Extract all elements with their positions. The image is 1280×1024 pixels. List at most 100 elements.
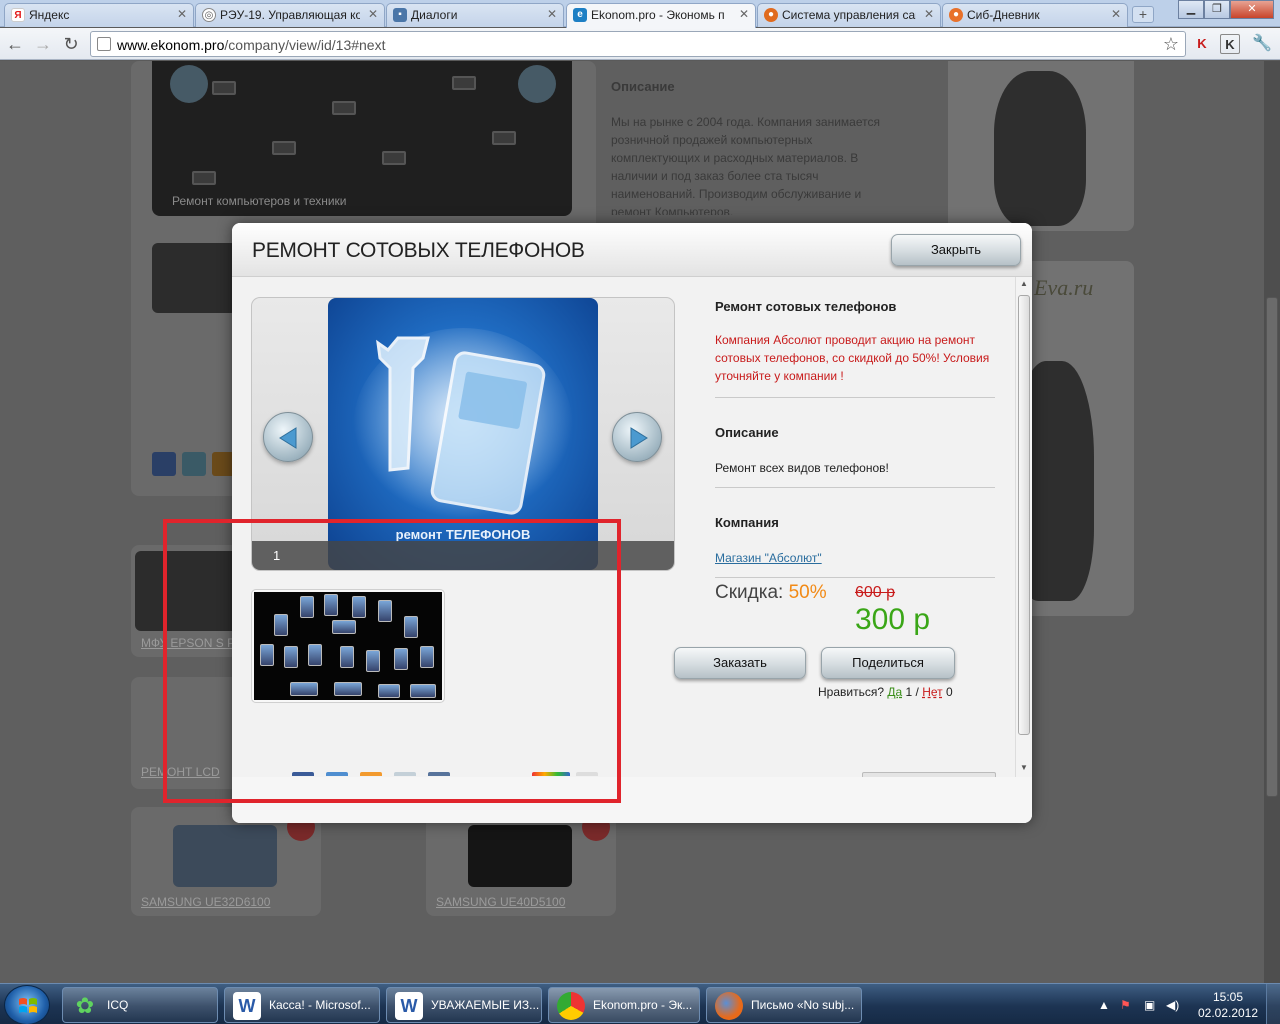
description-text: Ремонт всех видов телефонов!	[715, 461, 889, 475]
address-bar[interactable]: www.ekonom.pro/company/view/id/13#next ☆	[90, 31, 1186, 57]
tab-ekonom[interactable]: e Ekonom.pro - Экономь п ✕	[566, 3, 756, 28]
bg-description-title: Описание	[611, 79, 675, 94]
share-more-icon[interactable]	[576, 772, 598, 776]
new-tab-button[interactable]: +	[1132, 6, 1154, 23]
close-tab-icon[interactable]: ✕	[1111, 7, 1121, 21]
ekonom-icon: e	[573, 8, 587, 22]
share-mail-icon[interactable]	[394, 772, 416, 776]
discount-value: 50%	[788, 582, 827, 603]
reload-icon[interactable]: ↻	[60, 33, 82, 55]
prev-slide-button[interactable]	[263, 412, 313, 462]
company-title: Компания	[715, 515, 779, 530]
tab-dialogs[interactable]: ▪ Диалоги ✕	[386, 3, 564, 27]
network-icon[interactable]: ▣	[1144, 998, 1155, 1012]
likes-counter: Нравиться? Да 1 / Нет 0	[818, 685, 953, 699]
tab-cms[interactable]: ● Система управления сай ✕	[757, 3, 941, 27]
slide-image: ремонт ТЕЛЕФОНОВ	[328, 298, 598, 570]
share-button[interactable]: Поделиться	[821, 647, 955, 679]
share-facebook-icon[interactable]	[292, 772, 314, 776]
action-center-icon[interactable]: ⚑	[1120, 998, 1131, 1012]
divider	[715, 577, 995, 578]
bg-pcb-image: Ремонт компьютеров и техники	[152, 61, 572, 216]
scroll-down-icon[interactable]: ▼	[1016, 763, 1032, 777]
image-gallery: ремонт ТЕЛЕФОНОВ 1	[251, 297, 675, 571]
windows-taskbar: ✿ ICQ W Касса! - Microsof... W УВАЖАЕМЫЕ…	[0, 983, 1280, 1024]
taskbar-word-doc[interactable]: W УВАЖАЕМЫЕ ИЗ...	[386, 987, 542, 1023]
browser-toolbar: ← → ↻ www.ekonom.pro/company/view/id/13#…	[0, 28, 1280, 60]
task-label: Письмо «No subj...	[751, 998, 855, 1012]
page-icon	[97, 37, 111, 51]
show-desktop-button[interactable]	[1266, 984, 1280, 1024]
taskbar-chrome[interactable]: Ekonom.pro - Эк...	[548, 987, 700, 1023]
slide-caption: ремонт ТЕЛЕФОНОВ	[395, 527, 531, 542]
phones-collage-image	[254, 592, 442, 700]
kaspersky-icon[interactable]: K	[1192, 34, 1212, 54]
minimize-icon[interactable]: ▁	[1178, 0, 1204, 19]
bg-card-label: РЕМОНТ LCD	[141, 765, 220, 779]
clock[interactable]: 15:05 02.02.2012	[1196, 989, 1260, 1021]
modal-header: РЕМОНТ СОТОВЫХ ТЕЛЕФОНОВ Закрыть	[232, 223, 1032, 277]
chat-icon: ▪	[393, 8, 407, 22]
order-button[interactable]: Заказать	[674, 647, 806, 679]
next-slide-button[interactable]	[612, 412, 662, 462]
discount-line: Скидка: 50%	[715, 582, 827, 604]
share-twitter-icon[interactable]	[326, 772, 348, 776]
likes-question: Нравиться?	[818, 685, 885, 699]
slide-number: 1	[273, 548, 281, 563]
close-tab-icon[interactable]: ✕	[924, 7, 934, 21]
show-hidden-icons-icon[interactable]: ▲	[1098, 998, 1110, 1012]
wrench-icon[interactable]: 🔧	[1252, 34, 1272, 54]
new-price: 300 р	[855, 603, 931, 636]
volume-icon[interactable]: ◀)	[1166, 998, 1179, 1012]
close-tab-icon[interactable]: ✕	[739, 7, 749, 21]
bg-product-card: SAMSUNG UE32D6100	[131, 807, 321, 916]
task-label: Ekonom.pro - Эк...	[593, 998, 693, 1012]
modal-title: РЕМОНТ СОТОВЫХ ТЕЛЕФОНОВ	[252, 239, 585, 262]
taskbar-firefox[interactable]: Письмо «No subj...	[706, 987, 862, 1023]
task-label: Касса! - Microsof...	[269, 998, 371, 1012]
like-yes-link[interactable]: Да	[887, 685, 902, 699]
firefox-icon	[715, 992, 743, 1020]
close-tab-icon[interactable]: ✕	[547, 7, 557, 21]
tab-reu19[interactable]: ◎ РЭУ-19. Управляющая ко ✕	[195, 3, 385, 27]
close-button[interactable]: Закрыть	[891, 234, 1021, 266]
like-no-link[interactable]: Нет	[922, 685, 942, 699]
close-tab-icon[interactable]: ✕	[177, 7, 187, 21]
back-icon[interactable]: ←	[4, 33, 26, 55]
offer-title: Ремонт сотовых телефонов	[715, 299, 897, 314]
start-button[interactable]	[4, 985, 50, 1024]
bookmark-star-icon[interactable]: ☆	[1163, 34, 1179, 55]
taskbar-word-kassa[interactable]: W Касса! - Microsof...	[224, 987, 380, 1023]
tab-sib-diary[interactable]: ● Сиб-Дневник ✕	[942, 3, 1128, 27]
bg-printer-image	[135, 551, 245, 631]
clock-date: 02.02.2012	[1197, 1006, 1259, 1020]
divider	[715, 487, 995, 488]
scroll-up-icon[interactable]: ▲	[1016, 279, 1032, 293]
modal-scrollbar[interactable]: ▲ ▼	[1015, 277, 1032, 777]
tab-label: Ekonom.pro - Экономь п	[591, 8, 725, 22]
task-label: УВАЖАЕМЫЕ ИЗ...	[431, 998, 540, 1012]
company-link[interactable]: Магазин "Абсолют"	[715, 551, 822, 565]
offer-modal: РЕМОНТ СОТОВЫХ ТЕЛЕФОНОВ Закрыть ремонт …	[232, 223, 1032, 823]
cms-icon: ●	[764, 8, 778, 22]
tab-label: Система управления сай	[782, 8, 916, 22]
share-vk-icon[interactable]	[428, 772, 450, 776]
bg-thumbnail	[152, 243, 237, 313]
close-window-icon[interactable]: ✕	[1230, 0, 1274, 19]
extension-k-icon[interactable]: K	[1220, 34, 1240, 54]
share-google-icon[interactable]	[532, 772, 570, 776]
page-scrollbar[interactable]	[1264, 61, 1280, 983]
bg-next-arrow-icon	[518, 65, 556, 103]
gallery-thumbnail[interactable]	[251, 589, 445, 703]
page-scrollbar-thumb[interactable]	[1266, 297, 1278, 797]
taskbar-icq[interactable]: ✿ ICQ	[62, 987, 218, 1023]
bg-card-label: Ремонт компьютеров и техники	[172, 194, 347, 208]
task-label: ICQ	[107, 998, 129, 1012]
restore-icon[interactable]: ❐	[1204, 0, 1230, 19]
close-tab-icon[interactable]: ✕	[368, 7, 378, 21]
modal-scrollbar-thumb[interactable]	[1018, 295, 1030, 735]
share-odnoklassniki-icon[interactable]	[360, 772, 382, 776]
tab-yandex[interactable]: Я Яндекс ✕	[4, 3, 194, 27]
forward-icon[interactable]: →	[32, 33, 54, 55]
bg-ad-banner-top	[948, 61, 1134, 231]
